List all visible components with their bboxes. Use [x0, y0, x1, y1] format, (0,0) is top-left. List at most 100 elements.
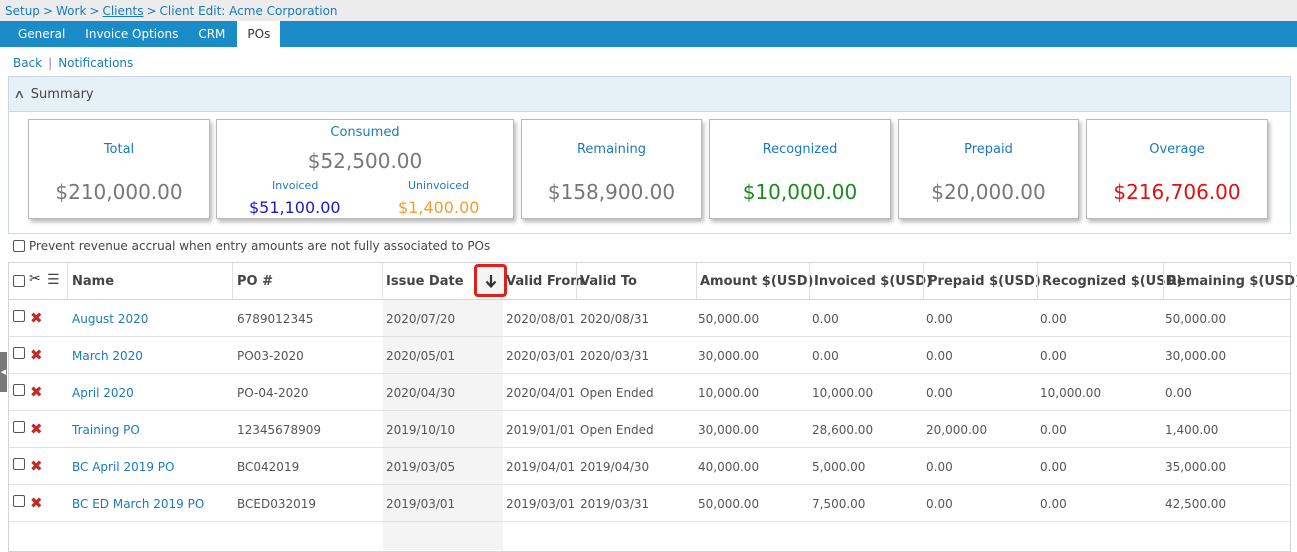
row-prepaid: 20,000.00: [926, 423, 988, 437]
delete-icon[interactable]: ✖: [30, 420, 43, 438]
row-checkbox[interactable]: [13, 458, 25, 470]
row-valid-to: Open Ended: [580, 423, 654, 437]
tab-general[interactable]: General: [8, 21, 75, 47]
recognized-label: Recognized: [762, 142, 838, 157]
prevent-accrual-label: Prevent revenue accrual when entry amoun…: [29, 239, 491, 253]
tab-crm[interactable]: CRM: [188, 21, 235, 47]
row-po-number: PO-04-2020: [237, 386, 309, 400]
row-po-number: BCED032019: [237, 497, 317, 511]
breadcrumb-setup[interactable]: Setup: [5, 4, 40, 18]
row-invoiced: 7,500.00: [812, 497, 866, 511]
row-name-link[interactable]: March 2020: [72, 349, 143, 363]
select-all-checkbox[interactable]: [13, 275, 25, 287]
row-amount: 10,000.00: [698, 386, 760, 400]
consumed-value: $52,500.00: [307, 149, 423, 173]
prepaid-value: $20,000.00: [931, 180, 1046, 204]
table-row: ✖ March 2020 PO03-2020 2020/05/01 2020/03/01…: [9, 337, 1290, 374]
tab-invoice-options[interactable]: Invoice Options: [75, 21, 188, 47]
delete-icon[interactable]: ✖: [30, 383, 43, 401]
row-checkbox[interactable]: [13, 384, 25, 396]
row-invoiced: 28,600.00: [812, 423, 874, 437]
row-prepaid: 0.00: [926, 497, 953, 511]
prepaid-label: Prepaid: [964, 142, 1013, 157]
row-valid-to: 2020/03/31: [580, 349, 650, 363]
chevron-left-icon: ◀: [0, 368, 7, 376]
col-po-number[interactable]: PO #: [237, 274, 273, 289]
row-issue-date: 2020/07/20: [386, 312, 456, 326]
summary-panel: ∧ Summary Total $210,000.00 Consumed $52…: [8, 76, 1291, 234]
summary-title: Summary: [30, 86, 94, 102]
col-invoiced[interactable]: Invoiced $(USD): [814, 274, 932, 289]
row-invoiced: 5,000.00: [812, 460, 866, 474]
overage-label: Overage: [1149, 142, 1205, 157]
delete-icon[interactable]: ✖: [30, 494, 43, 512]
row-invoiced: 0.00: [812, 349, 839, 363]
row-recognized: 0.00: [1040, 423, 1067, 437]
row-remaining: 50,000.00: [1165, 312, 1227, 326]
row-name-link[interactable]: August 2020: [72, 312, 148, 326]
side-panel-toggle[interactable]: ◀: [0, 352, 7, 392]
back-link[interactable]: Back: [13, 56, 42, 70]
delete-icon[interactable]: ✖: [30, 457, 43, 475]
row-name-link[interactable]: BC April 2019 PO: [72, 460, 175, 474]
breadcrumb-work[interactable]: Work: [56, 4, 86, 18]
row-checkbox[interactable]: [13, 421, 25, 433]
total-label: Total: [103, 142, 135, 157]
invoiced-value: $51,100.00: [249, 198, 341, 217]
prevent-accrual-checkbox[interactable]: [13, 240, 25, 252]
row-checkbox[interactable]: [13, 495, 25, 507]
row-recognized: 0.00: [1040, 349, 1067, 363]
row-checkbox[interactable]: [13, 347, 25, 359]
row-valid-to: Open Ended: [580, 386, 654, 400]
row-name-link[interactable]: April 2020: [72, 386, 134, 400]
delete-column-icon: ✂: [29, 271, 41, 287]
col-name[interactable]: Name: [72, 274, 114, 289]
sort-button[interactable]: [474, 264, 507, 297]
overage-value: $216,706.00: [1113, 180, 1241, 204]
col-recognized[interactable]: Recognized $(USD): [1042, 274, 1182, 289]
notifications-link[interactable]: Notifications: [58, 56, 133, 70]
row-po-number: PO03-2020: [237, 349, 304, 363]
row-name-link[interactable]: Training PO: [72, 423, 140, 437]
row-amount: 40,000.00: [698, 460, 760, 474]
row-remaining: 30,000.00: [1165, 349, 1227, 363]
row-remaining: 42,500.00: [1165, 497, 1227, 511]
col-valid-to[interactable]: Valid To: [580, 274, 637, 289]
row-prepaid: 0.00: [926, 312, 953, 326]
table-row: ✖ Training PO 12345678909 2019/10/10 2019/01…: [9, 411, 1290, 448]
tab-bar: General Invoice Options CRM POs: [0, 21, 1297, 47]
col-valid-from[interactable]: Valid From: [506, 274, 584, 289]
uninvoiced-value: $1,400.00: [398, 198, 480, 217]
row-checkbox[interactable]: [13, 310, 25, 322]
table-row: ✖ April 2020 PO-04-2020 2020/04/30 2020/04/0…: [9, 374, 1290, 411]
row-po-number: BC042019: [237, 460, 300, 474]
summary-header[interactable]: ∧ Summary: [9, 77, 1290, 112]
col-prepaid[interactable]: Prepaid $(USD): [928, 274, 1041, 289]
row-po-number: 12345678909: [237, 423, 321, 437]
col-amount[interactable]: Amount $(USD): [700, 274, 813, 289]
row-name-link[interactable]: BC ED March 2019 PO: [72, 497, 204, 511]
col-issue-date[interactable]: Issue Date: [386, 274, 464, 289]
row-prepaid: 0.00: [926, 386, 953, 400]
row-issue-date: 2019/10/10: [386, 423, 456, 437]
invoiced-label: Invoiced: [272, 179, 319, 192]
overage-card: Overage $216,706.00: [1086, 119, 1268, 219]
breadcrumb-clients-link[interactable]: Clients: [102, 4, 143, 18]
columns-icon[interactable]: ☰: [47, 272, 60, 288]
row-valid-to: 2020/08/31: [580, 312, 650, 326]
breadcrumb: Setup > Work > Clients > Client Edit: Acme Cor…: [0, 0, 1297, 21]
table-row: ✖ BC ED March 2019 PO BCED032019 2019/03/01…: [9, 485, 1290, 522]
remaining-label: Remaining: [576, 142, 647, 157]
row-valid-from: 2020/03/01: [506, 349, 576, 363]
remaining-value: $158,900.00: [547, 180, 676, 204]
sub-nav: Back | Notifications: [13, 56, 134, 70]
row-issue-date: 2020/05/01: [386, 349, 456, 363]
delete-icon[interactable]: ✖: [30, 309, 43, 327]
tab-pos[interactable]: POs: [237, 21, 281, 47]
col-remaining[interactable]: Remaining $(USD): [1167, 274, 1297, 289]
delete-icon[interactable]: ✖: [30, 346, 43, 364]
row-prepaid: 0.00: [926, 460, 953, 474]
prepaid-card: Prepaid $20,000.00: [898, 119, 1079, 219]
table-row: ✖ August 2020 6789012345 2020/07/20 2020/08/…: [9, 300, 1290, 337]
chevron-up-icon[interactable]: ∧: [13, 87, 25, 101]
